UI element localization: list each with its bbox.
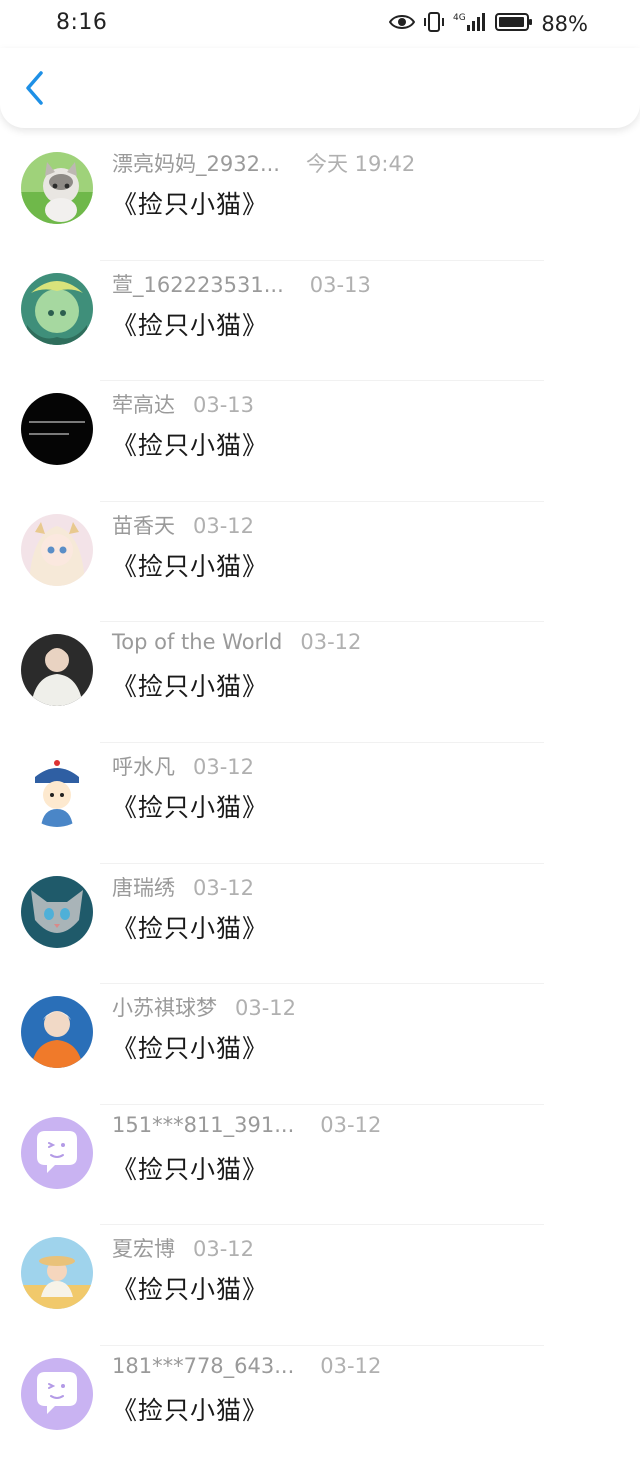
message-text[interactable]: 《捡只小猫》 [112, 306, 268, 342]
list-item[interactable]: 呼水凡 03-12 《捡只小猫》 [0, 743, 640, 864]
sender-name[interactable]: 呼水凡 [112, 751, 175, 781]
avatar[interactable] [21, 272, 93, 345]
message-text[interactable]: 《捡只小猫》 [112, 1029, 268, 1065]
sender-name[interactable]: Top of the World [112, 630, 282, 654]
list-item[interactable]: 萱_162223531... 03-13 《捡只小猫》 [0, 261, 640, 382]
message-date: 03-13 [309, 272, 371, 297]
battery-icon [495, 12, 533, 36]
sender-name[interactable]: 夏宏博 [112, 1233, 175, 1263]
message-date: 今天 19:42 [305, 152, 416, 176]
avatar[interactable] [21, 1116, 93, 1189]
status-bar: 8:16 4G 88% [0, 0, 640, 48]
sender-name[interactable]: 苗香天 [112, 510, 175, 540]
sender-name[interactable]: 荦高达 [112, 389, 175, 419]
message-date: 03-12 [193, 754, 255, 779]
message-date: 03-12 [300, 630, 362, 655]
battery-percent: 88% [541, 12, 588, 36]
sender-name[interactable]: 151***811_391... [112, 1113, 294, 1137]
message-text[interactable]: 《捡只小猫》 [112, 1150, 268, 1186]
message-date: 03-12 [320, 1353, 382, 1378]
message-meta: 小苏祺球梦 03-12 [112, 992, 296, 1022]
message-date: 03-12 [320, 1112, 382, 1137]
message-text[interactable]: 《捡只小猫》 [112, 667, 268, 703]
message-text[interactable]: 《捡只小猫》 [112, 547, 268, 583]
message-meta: 荦高达 03-13 [112, 389, 254, 419]
signal-icon: 4G [453, 11, 487, 37]
message-meta: 夏宏博 03-12 [112, 1233, 254, 1263]
message-text[interactable]: 《捡只小猫》 [112, 788, 268, 824]
message-meta: 151***811_391... 03-12 [112, 1113, 381, 1137]
message-date: 03-12 [235, 996, 297, 1021]
message-list: 漂亮妈妈_2932... 今天 19:42 《捡只小猫》 萱_162223531… [0, 140, 640, 1467]
avatar[interactable] [21, 634, 93, 707]
list-item[interactable]: 唐瑞绣 03-12 《捡只小猫》 [0, 864, 640, 985]
avatar[interactable] [21, 754, 93, 827]
message-meta: 萱_162223531... 03-13 [112, 269, 371, 299]
message-date: 03-12 [193, 1237, 255, 1262]
sender-name[interactable]: 萱_162223531... [112, 269, 284, 299]
chevron-left-icon [23, 70, 45, 110]
message-meta: 唐瑞绣 03-12 [112, 872, 254, 902]
message-meta: Top of the World 03-12 [112, 630, 361, 654]
sender-name[interactable]: 唐瑞绣 [112, 872, 175, 902]
network-type-label: 4G [453, 13, 466, 23]
message-meta: 苗香天 03-12 [112, 510, 254, 540]
message-meta: 呼水凡 03-12 [112, 751, 254, 781]
sender-name[interactable]: 漂亮妈妈_2932... [112, 148, 280, 178]
avatar[interactable] [21, 1237, 93, 1310]
sender-name[interactable]: 181***778_643... [112, 1354, 294, 1378]
avatar[interactable] [21, 996, 93, 1069]
list-item[interactable]: 漂亮妈妈_2932... 今天 19:42 《捡只小猫》 [0, 140, 640, 261]
list-item[interactable]: 苗香天 03-12 《捡只小猫》 [0, 502, 640, 623]
status-time: 8:16 [56, 10, 108, 35]
list-item[interactable]: 181***778_643... 03-12 《捡只小猫》 [0, 1346, 640, 1467]
sender-name[interactable]: 小苏祺球梦 [112, 992, 217, 1022]
message-text[interactable]: 《捡只小猫》 [112, 185, 268, 221]
message-text[interactable]: 《捡只小猫》 [112, 426, 268, 462]
back-button[interactable] [14, 70, 54, 110]
message-date: 03-12 [193, 513, 255, 538]
list-item[interactable]: 小苏祺球梦 03-12 《捡只小猫》 [0, 984, 640, 1105]
message-text[interactable]: 《捡只小猫》 [112, 1391, 268, 1427]
vibrate-icon [423, 11, 445, 37]
avatar[interactable] [21, 1357, 93, 1430]
message-text[interactable]: 《捡只小猫》 [112, 1270, 268, 1306]
status-icons: 4G 88% [389, 10, 588, 38]
message-date: 03-13 [193, 393, 255, 418]
top-bar [0, 48, 640, 128]
avatar[interactable] [21, 875, 93, 948]
avatar[interactable] [21, 152, 93, 224]
list-item[interactable]: 夏宏博 03-12 《捡只小猫》 [0, 1225, 640, 1346]
message-text[interactable]: 《捡只小猫》 [112, 909, 268, 945]
list-item[interactable]: 荦高达 03-13 《捡只小猫》 [0, 381, 640, 502]
message-meta: 漂亮妈妈_2932... 今天 19:42 [112, 148, 415, 178]
message-meta: 181***778_643... 03-12 [112, 1354, 381, 1378]
avatar[interactable] [21, 393, 93, 466]
message-date: 03-12 [193, 875, 255, 900]
avatar[interactable] [21, 513, 93, 586]
list-item[interactable]: Top of the World 03-12 《捡只小猫》 [0, 622, 640, 743]
eye-icon [389, 13, 416, 35]
list-item[interactable]: 151***811_391... 03-12 《捡只小猫》 [0, 1105, 640, 1226]
